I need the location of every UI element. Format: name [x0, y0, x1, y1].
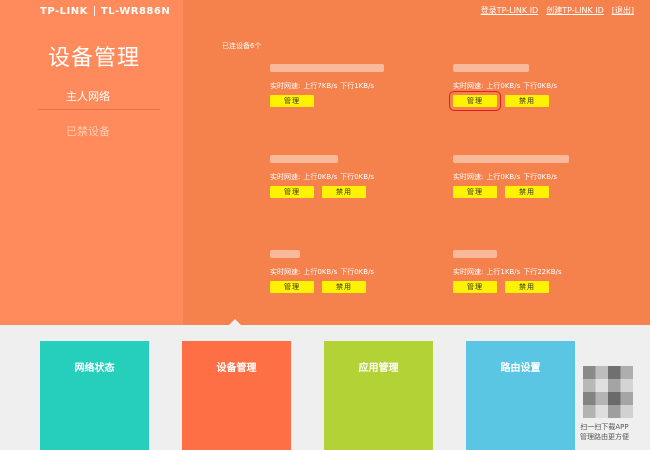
- device-card: 实时网速: 上行0KB/s 下行0KB/s 管理 禁用: [453, 155, 593, 205]
- device-speed: 实时网速: 上行7KB/s 下行1KB/s: [270, 82, 375, 90]
- device-card: 实时网速: 上行0KB/s 下行0KB/s 管理 禁用: [270, 250, 410, 300]
- device-name-redacted: [270, 250, 300, 258]
- disable-button[interactable]: 禁用: [505, 186, 549, 198]
- qr-caption-line2: 管理路由更方便: [580, 433, 629, 441]
- qr-caption: 扫一扫下载APP 管理路由更方便: [580, 422, 629, 442]
- tile-label: 路由设置: [500, 363, 541, 374]
- account-links: 登录TP-LINK ID 创建TP-LINK ID [退出]: [481, 5, 634, 16]
- sidebar-divider: [38, 109, 160, 110]
- manage-button[interactable]: 管理: [453, 281, 497, 293]
- disable-button[interactable]: 禁用: [505, 95, 549, 107]
- disable-button[interactable]: 禁用: [505, 281, 549, 293]
- create-id-link[interactable]: 创建TP-LINK ID: [546, 5, 604, 16]
- device-card: 实时网速: 上行7KB/s 下行1KB/s 管理: [270, 64, 410, 114]
- brand-logo: TP-LINK: [40, 5, 88, 17]
- disable-button[interactable]: 禁用: [322, 186, 366, 198]
- device-speed: 实时网速: 上行0KB/s 下行0KB/s: [453, 82, 558, 90]
- device-speed: 实时网速: 上行0KB/s 下行0KB/s: [270, 268, 375, 276]
- connected-count: 已连设备6个: [222, 42, 262, 50]
- manage-button[interactable]: 管理: [449, 91, 501, 111]
- device-card: 实时网速: 上行1KB/s 下行22KB/s 管理 禁用: [453, 250, 593, 300]
- logout-link[interactable]: [退出]: [612, 5, 634, 16]
- device-speed: 实时网速: 上行0KB/s 下行0KB/s: [270, 173, 375, 181]
- tile-router-settings[interactable]: 路由设置: [466, 341, 575, 450]
- tile-label: 网络状态: [74, 363, 115, 374]
- device-name-redacted: [453, 155, 569, 163]
- manage-button[interactable]: 管理: [270, 95, 314, 107]
- device-name-redacted: [453, 64, 529, 72]
- active-tab-pointer: [229, 319, 241, 325]
- device-speed: 实时网速: 上行1KB/s 下行22KB/s: [453, 268, 562, 276]
- device-name-redacted: [270, 155, 338, 163]
- brand-divider: [93, 6, 95, 16]
- qr-code-pattern: [583, 366, 633, 418]
- qr-caption-line1: 扫一扫下载APP: [580, 423, 629, 431]
- login-link[interactable]: 登录TP-LINK ID: [481, 5, 539, 16]
- sidebar-item-blocked-devices[interactable]: 已禁设备: [66, 123, 110, 139]
- device-name-redacted: [270, 64, 384, 72]
- brand-header: TP-LINK TL-WR886N: [40, 5, 170, 17]
- manage-button[interactable]: 管理: [270, 281, 314, 293]
- device-card: 实时网速: 上行0KB/s 下行0KB/s 管理 禁用: [270, 155, 410, 205]
- device-name-redacted: [453, 250, 497, 258]
- page-title: 设备管理: [48, 46, 141, 71]
- tile-network-status[interactable]: 网络状态: [40, 341, 149, 450]
- sidebar-item-host-network[interactable]: 主人网络: [66, 88, 110, 104]
- model-name: TL-WR886N: [100, 5, 171, 17]
- tile-app-management[interactable]: 应用管理: [324, 341, 433, 450]
- manage-button[interactable]: 管理: [270, 186, 314, 198]
- device-card: 实时网速: 上行0KB/s 下行0KB/s 管理 禁用: [449, 64, 593, 114]
- tile-label: 设备管理: [216, 363, 257, 374]
- manage-button[interactable]: 管理: [453, 186, 497, 198]
- device-speed: 实时网速: 上行0KB/s 下行0KB/s: [453, 173, 558, 181]
- disable-button[interactable]: 禁用: [322, 281, 366, 293]
- tile-device-management[interactable]: 设备管理: [182, 341, 291, 450]
- tile-label: 应用管理: [358, 363, 399, 374]
